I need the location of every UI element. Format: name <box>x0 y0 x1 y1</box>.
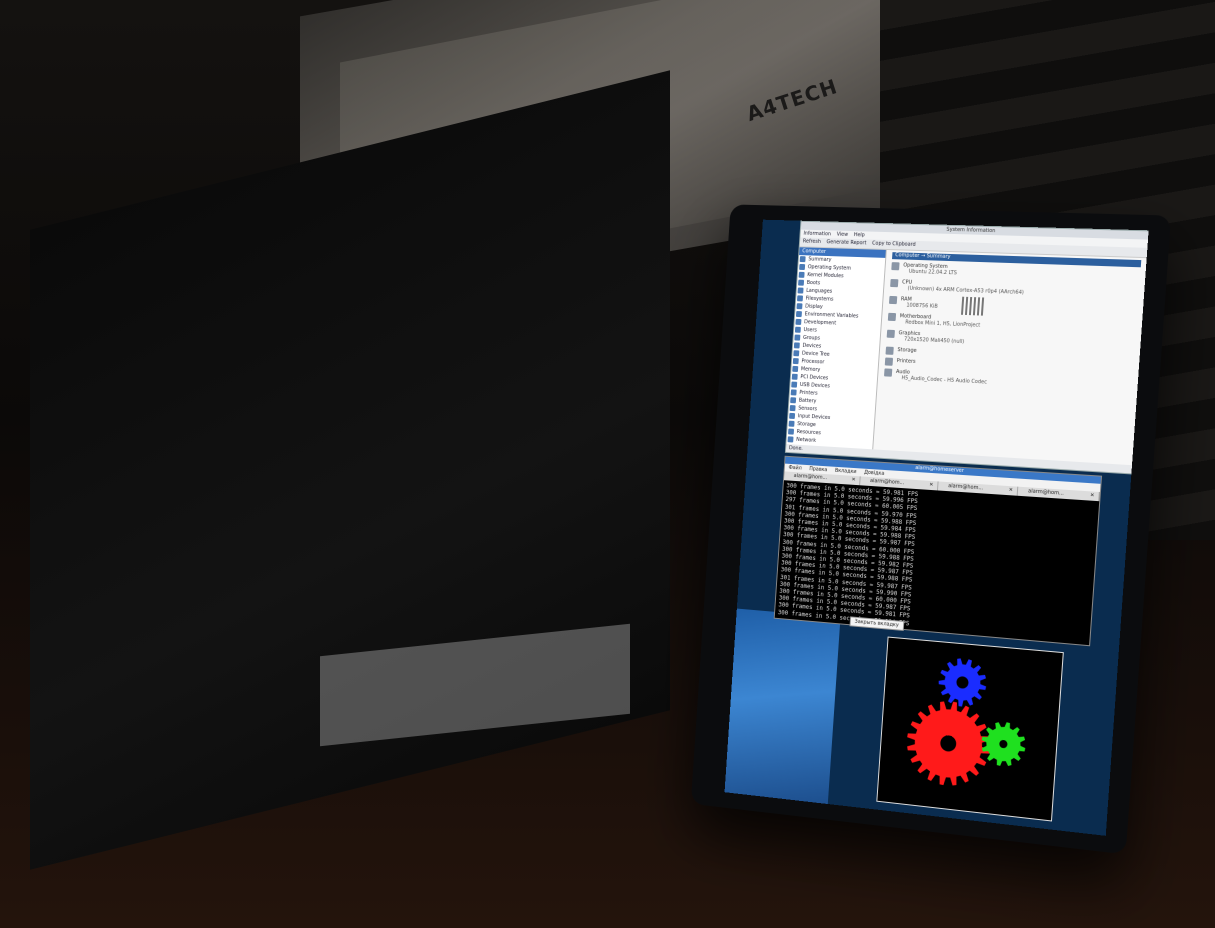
sidebar-list: Summary Operating System Kernel Modules Boo… <box>786 255 885 448</box>
gear-shape <box>980 720 1027 769</box>
sidebar-item-label: Users <box>803 327 817 333</box>
sidebar-item-icon <box>795 319 801 325</box>
sidebar-item-icon <box>793 358 799 364</box>
section-icon <box>891 262 899 270</box>
terminal-tab-label: alarm@hom... <box>948 483 983 491</box>
sidebar-item-icon <box>794 335 800 341</box>
glxgears-window <box>876 637 1064 822</box>
blue-gear-icon <box>937 657 988 709</box>
sidebar-item-icon <box>791 382 797 388</box>
sidebar-item-label: Sensors <box>798 405 817 412</box>
window-panes: Computer Summary Operating System Kernel M… <box>786 247 1147 465</box>
close-icon[interactable]: ✕ <box>929 481 934 490</box>
sidebar-item-icon <box>798 280 804 286</box>
sidebar-item-icon <box>790 405 796 411</box>
close-icon[interactable]: ✕ <box>1090 491 1095 500</box>
sidebar-item-label: Memory <box>801 366 821 373</box>
sidebar-item-label: Display <box>805 304 823 311</box>
sidebar-item-icon <box>788 428 794 434</box>
section-icon <box>887 330 895 338</box>
section-icon <box>885 357 893 365</box>
green-gear-icon <box>980 720 1027 769</box>
sidebar-item-icon <box>796 303 802 309</box>
sidebar-item-icon <box>797 295 803 301</box>
system-information-window: System Information Information View Help… <box>785 221 1149 475</box>
sidebar-item-icon <box>798 287 804 293</box>
sidebar-item-icon <box>792 366 798 372</box>
gear-shape <box>937 657 988 709</box>
sidebar-item-label: Storage <box>797 421 816 428</box>
sidebar-item-icon <box>799 272 805 278</box>
section-icon <box>889 296 897 304</box>
sidebar-item-icon <box>793 350 799 356</box>
sidebar-item-icon <box>787 436 793 442</box>
sidebar-item-icon <box>800 256 806 262</box>
generate-report-button[interactable]: Generate Report <box>826 238 866 248</box>
qr-code-icon <box>961 297 984 316</box>
sidebar-item-icon <box>799 264 805 270</box>
sidebar-item-icon <box>795 327 801 333</box>
terminal-window: alarm@homeserver Файл Правка Вкладки Дов… <box>774 456 1102 647</box>
terminal-output[interactable]: 300 frames in 5.0 seconds = 59.981 FPS 30… <box>775 480 934 630</box>
sidebar-item-label: Printers <box>799 390 818 397</box>
sidebar-item-label: Summary <box>808 256 831 263</box>
sidebar-item-label: Boots <box>807 280 821 286</box>
desktop-wallpaper <box>725 609 841 804</box>
sidebar: Computer Summary Operating System Kernel M… <box>786 247 886 449</box>
section-icon <box>885 347 893 355</box>
phone-screen: System Information Information View Help… <box>725 220 1149 836</box>
copy-to-clipboard-button[interactable]: Copy to Clipboard <box>872 240 916 250</box>
summary-pane: Computer → Summary Operating System Ubunt… <box>873 250 1148 465</box>
close-icon[interactable]: ✕ <box>1008 486 1013 495</box>
red-gear-icon <box>904 697 993 789</box>
sidebar-item-icon <box>789 421 795 427</box>
sidebar-item-label: Processor <box>801 358 824 365</box>
section-icon <box>890 279 898 287</box>
sidebar-item-label: Network <box>796 437 816 444</box>
terminal-tab-label: alarm@hom... <box>870 478 905 486</box>
sidebar-item-label: Battery <box>799 398 817 405</box>
terminal-tab-label: alarm@hom... <box>794 473 828 481</box>
sidebar-item-icon <box>790 397 796 403</box>
sidebar-item-label: Languages <box>806 288 832 295</box>
sidebar-item-icon <box>792 374 798 380</box>
section-icon <box>884 368 892 376</box>
terminal-tab-label: alarm@hom... <box>1028 488 1064 496</box>
sidebar-item-label: Groups <box>803 335 820 342</box>
gear-shape <box>904 697 993 789</box>
sidebar-item-icon <box>789 413 795 419</box>
sidebar-item-icon <box>791 389 797 395</box>
sidebar-item-icon <box>794 342 800 348</box>
photo-scene: A4TECH System Information Information Vi… <box>0 0 1215 928</box>
section-icon <box>888 313 896 321</box>
summary-sections: Operating System Ubuntu 22.04.2 LTS CPU (Un… <box>884 262 1141 393</box>
refresh-button[interactable]: Refresh <box>803 238 822 247</box>
close-icon[interactable]: ✕ <box>851 476 856 485</box>
sidebar-item-icon <box>796 311 802 317</box>
sidebar-item-label: Devices <box>802 343 821 350</box>
sidebar-item-label: Filesystems <box>805 296 833 303</box>
gears-graphic <box>877 638 1062 821</box>
